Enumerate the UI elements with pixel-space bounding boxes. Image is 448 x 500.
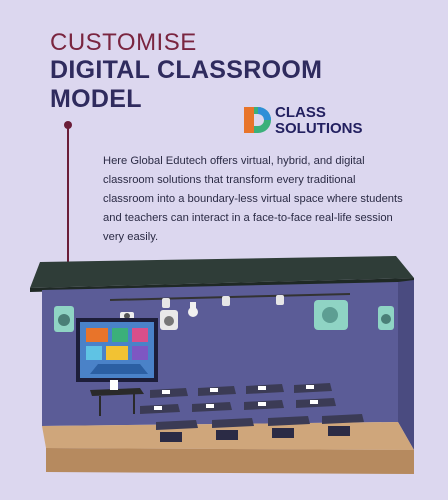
right-wall (398, 280, 414, 450)
speaker-left (54, 306, 74, 332)
projector (314, 300, 348, 330)
title-customise: CUSTOMISE (50, 29, 197, 56)
logo-text: CLASS SOLUTIONS (275, 105, 363, 137)
floor-front (46, 448, 414, 474)
speaker-right (378, 306, 394, 330)
smart-board (76, 318, 158, 382)
logo-d-icon (244, 107, 271, 133)
description-text: Here Global Edutech offers virtual, hybr… (103, 155, 403, 243)
logo-text-solutions: SOLUTIONS (275, 120, 363, 137)
speaker-mid (160, 310, 178, 330)
logo-text-class: CLASS (275, 104, 326, 121)
classroom-illustration (30, 256, 414, 474)
